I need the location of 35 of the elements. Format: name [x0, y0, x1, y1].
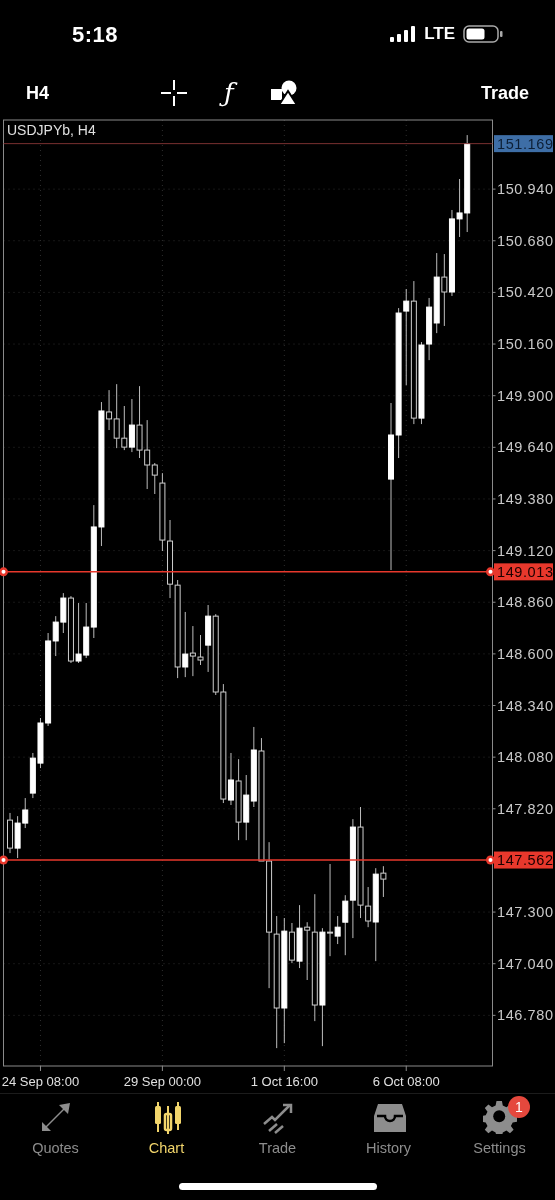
- y-axis-tick-label: 150.940: [497, 181, 554, 198]
- x-axis-tick-label: 1 Oct 16:00: [250, 1074, 318, 1089]
- x-axis-tick-label: 24 Sep 08:00: [1, 1074, 80, 1089]
- symbol-label: USDJPYb, H4: [7, 122, 96, 138]
- tab[interactable]: Quotes: [0, 1094, 111, 1165]
- y-axis-tick-label: 149.120: [497, 542, 554, 559]
- y-axis-tick-label: 149.380: [497, 490, 554, 507]
- tab[interactable]: Trade: [222, 1094, 333, 1165]
- price-tag: 149.013: [494, 563, 554, 581]
- y-axis-tick-label: 148.340: [497, 697, 554, 714]
- trade-button[interactable]: Trade: [480, 79, 529, 107]
- y-axis-tick-label: 147.040: [497, 955, 554, 972]
- timeframe-button[interactable]: H4: [26, 79, 49, 107]
- y-axis-tick-label: 150.160: [497, 336, 554, 353]
- y-axis-tick-label: 147.820: [497, 800, 554, 817]
- network-label: LTE: [424, 23, 455, 46]
- tab[interactable]: Chart: [111, 1094, 222, 1165]
- notification-badge: 1: [508, 1096, 530, 1118]
- y-axis-tick-label: 149.640: [497, 439, 554, 456]
- y-axis-tick-label: 147.300: [497, 904, 554, 921]
- y-axis-tick-label: 148.860: [497, 594, 554, 611]
- y-axis-tick-label: 148.080: [497, 749, 554, 766]
- indicators-button[interactable]: ƒ: [219, 74, 239, 112]
- y-axis-tick-label: 148.600: [497, 645, 554, 662]
- price-tag: 151.169: [494, 135, 554, 153]
- x-axis-tick-label: 29 Sep 00:00: [123, 1074, 202, 1089]
- y-axis-tick-label: 150.420: [497, 284, 554, 301]
- y-axis-tick-label: 150.680: [497, 232, 554, 249]
- tab[interactable]: Settings 1: [444, 1094, 555, 1165]
- y-axis-tick-label: 146.780: [497, 1007, 554, 1024]
- tab[interactable]: History: [333, 1094, 444, 1165]
- status-time: 5:18: [72, 20, 119, 49]
- y-axis-tick-label: 149.900: [497, 387, 554, 404]
- x-axis-tick-label: 6 Oct 08:00: [372, 1074, 440, 1089]
- price-tag: 147.562: [494, 851, 554, 869]
